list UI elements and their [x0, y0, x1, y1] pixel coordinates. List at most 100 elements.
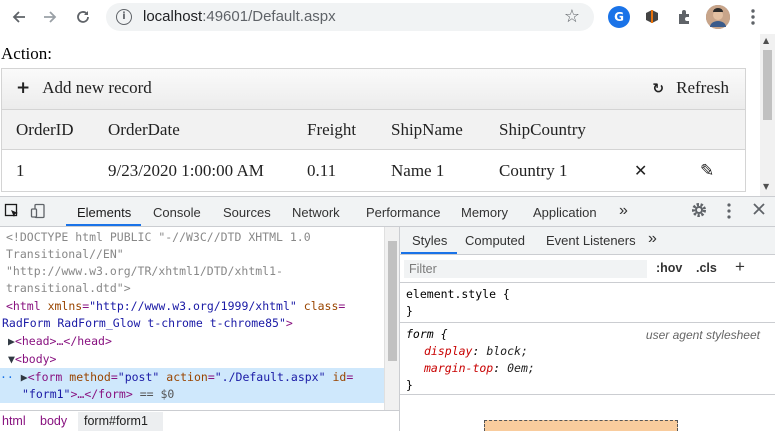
tab-sources[interactable]: Sources — [223, 205, 271, 220]
element-style-selector[interactable]: element.style { — [400, 286, 775, 303]
gear-icon[interactable] — [691, 202, 707, 222]
styles-pane: Styles Computed Event Listeners » Filter… — [399, 227, 775, 431]
form-attr-action: action — [166, 370, 208, 384]
url-text: localhost:49601/Default.aspx — [143, 8, 336, 25]
tab-console[interactable]: Console — [153, 205, 201, 220]
profile-avatar[interactable] — [706, 5, 730, 29]
html-attr-class: class — [303, 299, 339, 313]
more-panels-chevron[interactable]: » — [648, 230, 657, 248]
html-tag-close: > — [285, 316, 293, 330]
reload-icon[interactable] — [70, 5, 96, 29]
elements-scrollbar[interactable] — [384, 227, 399, 410]
form-rule-close: } — [406, 378, 413, 392]
column-header-shipname[interactable]: ShipName — [391, 120, 463, 140]
column-header-shipcountry[interactable]: ShipCountry — [499, 120, 586, 140]
tab-computed[interactable]: Computed — [465, 233, 525, 248]
css-property-value: block; — [486, 344, 528, 358]
breadcrumb: html body form#form1 — [0, 410, 399, 431]
action-label: Action: — [1, 44, 52, 63]
form-tag: <form — [27, 370, 63, 384]
hov-toggle[interactable]: :hov — [656, 261, 682, 275]
cell-orderdate: 9/23/2020 1:00:00 AM — [108, 161, 264, 180]
tab-elements[interactable]: Elements — [77, 205, 131, 220]
css-declaration[interactable]: margin-top: 0em; — [400, 360, 775, 377]
page-scrollbar[interactable]: ▲ ▼ — [760, 34, 775, 196]
styles-filter-input[interactable]: Filter — [404, 260, 647, 278]
info-icon[interactable]: i — [116, 9, 132, 25]
styles-filter-bar: Filter :hov .cls + — [400, 255, 775, 283]
column-header-orderid[interactable]: OrderID — [16, 120, 74, 140]
scroll-down-arrow-icon[interactable]: ▼ — [763, 182, 769, 191]
back-arrow-icon[interactable] — [6, 5, 32, 29]
edit-pencil-icon[interactable]: ✎ — [700, 161, 714, 181]
breadcrumb-html[interactable]: html — [2, 414, 26, 428]
html-attr-xmlns: xmlns — [47, 299, 83, 313]
scroll-up-arrow-icon[interactable]: ▲ — [763, 36, 769, 45]
breadcrumb-form[interactable]: form#form1 — [84, 414, 148, 428]
bookmark-star-icon[interactable]: ☆ — [564, 6, 580, 27]
add-new-record-label: Add new record — [42, 78, 152, 97]
address-bar[interactable]: i localhost:49601/Default.aspx ☆ — [106, 3, 594, 31]
element-style-rule: element.style { } — [400, 284, 775, 323]
refresh-icon: ↻ — [652, 81, 665, 97]
devtools-menu-icon[interactable] — [727, 203, 731, 223]
html-node-line[interactable]: <html xmlns="http://www.w3.org/1999/xhtm… — [6, 298, 345, 316]
doctype-line-4[interactable]: transitional.dtd"> — [6, 280, 131, 298]
css-declaration[interactable]: display: block; — [400, 343, 775, 360]
url-path: :49601/Default.aspx — [202, 8, 336, 25]
breadcrumb-body[interactable]: body — [40, 414, 67, 428]
body-node-line[interactable]: ▼<body> — [8, 351, 56, 369]
browser-toolbar: i localhost:49601/Default.aspx ☆ G — [0, 0, 775, 34]
forward-arrow-icon[interactable] — [37, 5, 63, 29]
cell-shipname: Name 1 — [391, 161, 445, 180]
column-header-freight[interactable]: Freight — [307, 120, 356, 140]
css-property-value: 0em; — [507, 361, 535, 375]
inspect-element-icon[interactable] — [4, 203, 20, 223]
doctype-line-1[interactable]: <!DOCTYPE html PUBLIC "-//W3C//DTD XHTML… — [6, 229, 311, 247]
page-scrollbar-thumb[interactable] — [763, 50, 772, 120]
extensions-puzzle-icon[interactable] — [673, 6, 695, 28]
extension-icon-2[interactable] — [641, 6, 663, 28]
refresh-button[interactable]: ↻ Refresh — [652, 78, 729, 98]
expand-triangle-icon[interactable]: ▶ — [8, 334, 15, 348]
html-attr-class-value: RadForm RadForm_Glow t-chrome t-chrome85… — [2, 316, 286, 330]
elements-scrollbar-thumb[interactable] — [388, 241, 397, 361]
tab-application[interactable]: Application — [533, 205, 597, 220]
doctype-line-2[interactable]: Transitional//EN" — [6, 246, 124, 264]
doctype-line-3[interactable]: "http://www.w3.org/TR/xhtml1/DTD/xhtml1- — [6, 263, 283, 281]
cls-toggle[interactable]: .cls — [696, 261, 717, 275]
more-tabs-chevron[interactable]: » — [619, 202, 628, 220]
tab-network[interactable]: Network — [292, 205, 340, 220]
grammarly-icon[interactable]: G — [608, 6, 630, 28]
delete-icon[interactable]: ✕ — [634, 161, 647, 180]
tab-event-listeners[interactable]: Event Listeners — [546, 233, 636, 248]
device-toolbar-icon[interactable] — [30, 203, 46, 223]
selected-node-marker: == $0 — [139, 387, 175, 401]
collapse-triangle-icon[interactable]: ▼ — [8, 352, 15, 366]
html-class-value-line[interactable]: RadForm RadForm_Glow t-chrome t-chrome85… — [2, 315, 293, 333]
active-tab-indicator — [66, 224, 141, 226]
close-devtools-icon[interactable] — [752, 202, 766, 220]
tab-styles[interactable]: Styles — [412, 233, 447, 248]
box-model-diagram — [484, 420, 678, 431]
form-tag-end: >…</form> — [70, 387, 133, 401]
grid-command-bar: + Add new record ↻ Refresh — [1, 68, 746, 110]
new-style-rule-plus-icon[interactable]: + — [735, 257, 745, 277]
add-new-record-button[interactable]: + Add new record — [16, 78, 152, 98]
head-node-line[interactable]: ▶<head>…</head> — [8, 333, 112, 351]
table-row: 1 9/23/2020 1:00:00 AM 0.11 Name 1 Count… — [1, 150, 746, 192]
element-style-close: } — [406, 304, 413, 318]
user-agent-stylesheet-label: user agent stylesheet — [645, 328, 760, 342]
form-node-line-2[interactable]: "form1">…</form> == $0 — [22, 386, 174, 404]
cell-freight: 0.11 — [307, 161, 337, 180]
html-attr-xmlns-value: "http://www.w3.org/1999/xhtml" — [89, 299, 297, 313]
form-attr-id-value: "form1" — [22, 387, 71, 401]
url-host: localhost — [143, 8, 203, 25]
elements-tree: <!DOCTYPE html PUBLIC "-//W3C//DTD XHTML… — [0, 227, 384, 410]
browser-menu-icon[interactable] — [740, 5, 766, 29]
column-header-orderdate[interactable]: OrderDate — [108, 120, 180, 140]
expand-triangle-icon[interactable]: ▶ — [21, 370, 28, 384]
tab-memory[interactable]: Memory — [461, 205, 508, 220]
tab-performance[interactable]: Performance — [366, 205, 440, 220]
form-node-line[interactable]: ·· ▶<form method="post" action="./Defaul… — [0, 369, 353, 387]
